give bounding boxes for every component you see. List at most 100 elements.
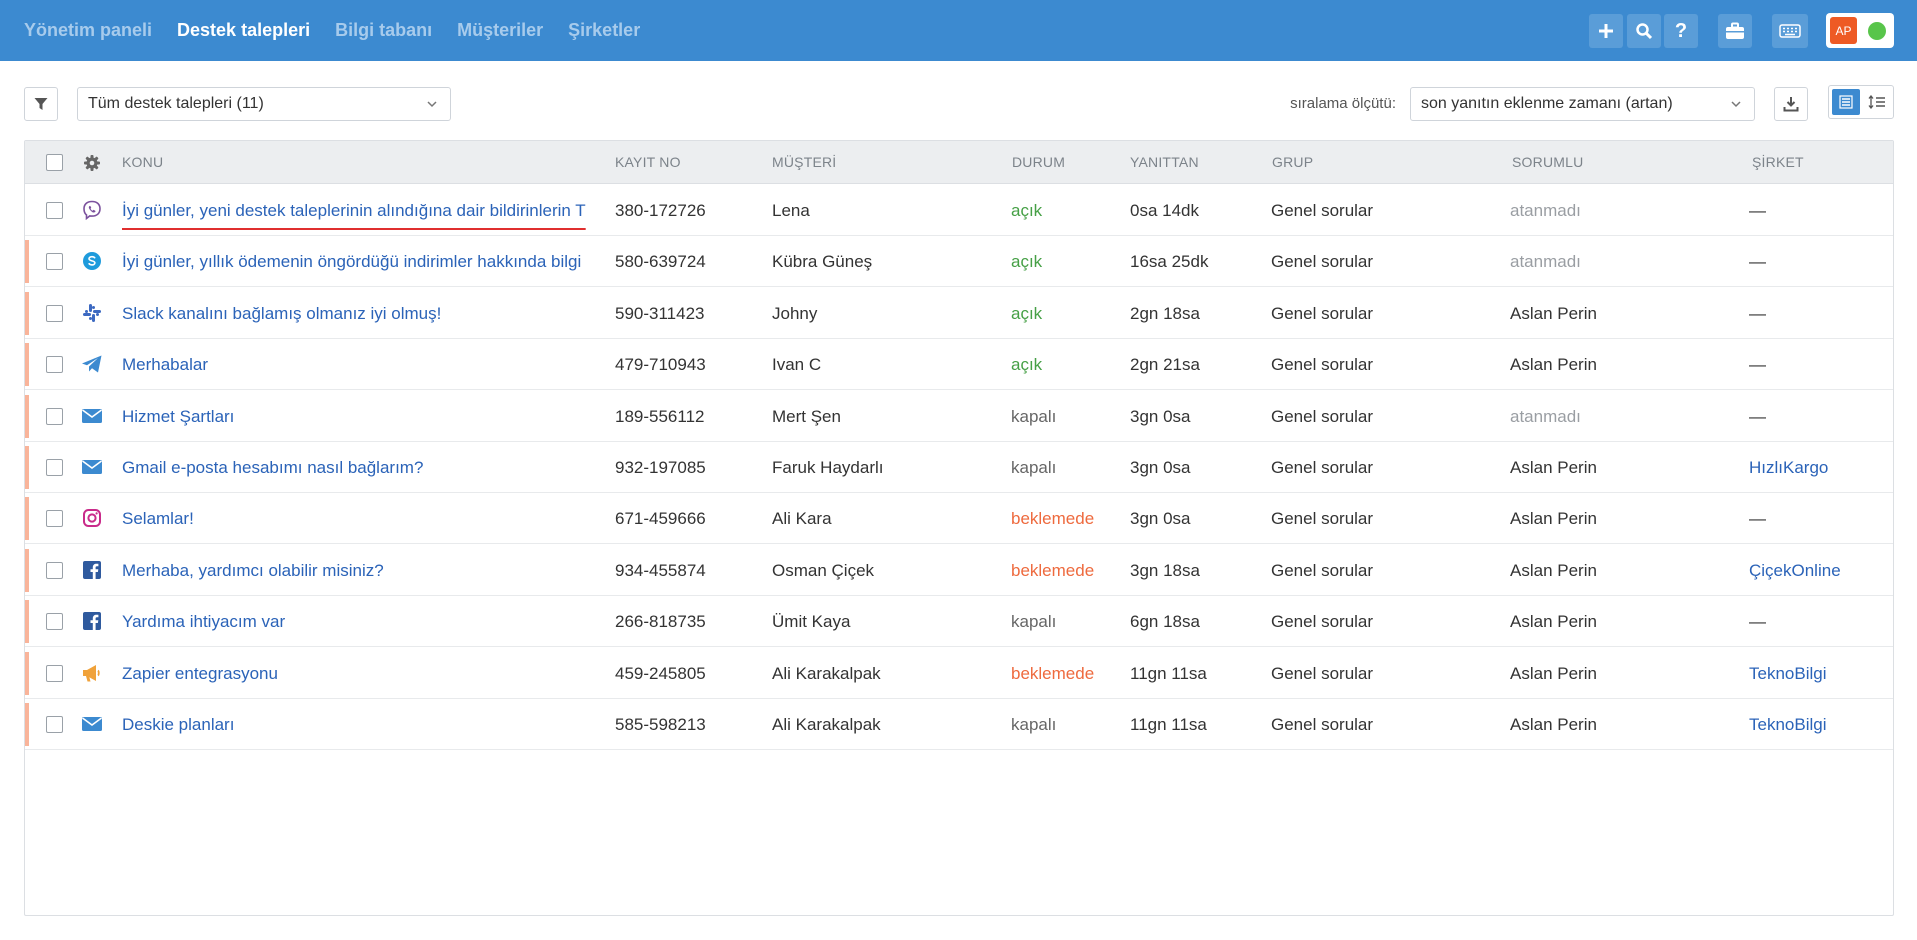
table-row[interactable]: Slack kanalını bağlamış olmanız iyi olmu…: [25, 288, 1893, 339]
user-menu[interactable]: AP: [1826, 13, 1894, 48]
search-button[interactable]: [1627, 14, 1661, 48]
table-row[interactable]: İyi günler, yeni destek taleplerinin alı…: [25, 185, 1893, 236]
col-customer[interactable]: MÜŞTERİ: [772, 141, 836, 184]
help-button[interactable]: ?: [1664, 14, 1698, 48]
row-checkbox[interactable]: [46, 356, 63, 374]
briefcase-button[interactable]: [1718, 14, 1752, 48]
ticket-subject-link[interactable]: Yardıma ihtiyacım var: [122, 596, 606, 647]
nav-item[interactable]: Şirketler: [568, 20, 640, 41]
ticket-subject-link[interactable]: Selamlar!: [122, 493, 606, 544]
ticket-subject-link[interactable]: Gmail e-posta hesabımı nasıl bağlarım?: [122, 442, 606, 493]
add-button[interactable]: [1589, 14, 1623, 48]
top-navbar: Yönetim paneli Destek talepleri Bilgi taba…: [0, 0, 1917, 61]
nav-item[interactable]: Müşteriler: [457, 20, 543, 41]
email-icon: [81, 713, 103, 735]
compact-view-button[interactable]: [1863, 89, 1891, 115]
time-since-reply: 2gn 21sa: [1130, 355, 1200, 375]
nav-item[interactable]: Yönetim paneli: [24, 20, 152, 41]
status-badge: beklemede: [1011, 663, 1095, 683]
nav-item[interactable]: Destek talepleri: [177, 20, 310, 41]
assignee-name: Aslan Perin: [1510, 509, 1597, 529]
tickets-table: KONU KAYIT NO MÜŞTERİ DURUM YANITTAN GRU…: [24, 140, 1894, 916]
col-assignee[interactable]: SORUMLU: [1512, 141, 1583, 184]
table-row[interactable]: Gmail e-posta hesabımı nasıl bağlarım? 93…: [25, 442, 1893, 493]
ticket-subject-link[interactable]: Deskie planları: [122, 699, 606, 750]
facebook-icon: [81, 559, 103, 581]
ticket-subject-link[interactable]: Merhaba, yardımcı olabilir misiniz?: [122, 545, 606, 596]
col-subject[interactable]: KONU: [122, 141, 163, 184]
ticket-subject-link[interactable]: İyi günler, yeni destek taleplerinin alı…: [122, 185, 606, 236]
status-badge: açık: [1011, 303, 1043, 323]
ticket-subject-link[interactable]: Zapier entegrasyonu: [122, 648, 606, 699]
keyboard-button[interactable]: [1772, 14, 1808, 48]
briefcase-icon: [1726, 22, 1744, 39]
row-checkbox[interactable]: [46, 664, 63, 682]
export-button[interactable]: [1774, 87, 1808, 121]
customer-name: Johny: [772, 303, 818, 323]
column-settings-button[interactable]: [83, 154, 101, 177]
list-view-button[interactable]: [1832, 89, 1860, 115]
ticket-subject-link[interactable]: Hizmet Şartları: [122, 391, 606, 442]
row-checkbox[interactable]: [46, 202, 63, 219]
assignee-name: Aslan Perin: [1510, 715, 1597, 734]
time-since-reply: 2gn 18sa: [1130, 303, 1200, 323]
table-row[interactable]: Hizmet Şartları 189-556112 Mert Şen kapalı 3…: [25, 391, 1893, 442]
table-row[interactable]: Merhabalar 479-710943 Ivan C açık 2gn 21sa Ge…: [25, 339, 1893, 391]
status-badge: açık: [1011, 201, 1043, 220]
status-badge: kapalı: [1011, 715, 1057, 734]
group-name: Genel sorular: [1271, 663, 1374, 683]
row-checkbox[interactable]: [46, 459, 63, 476]
select-all-checkbox[interactable]: [46, 154, 63, 171]
row-checkbox[interactable]: [46, 304, 63, 322]
time-since-reply: 16sa 25dk: [1130, 252, 1209, 272]
table-row[interactable]: Zapier entegrasyonu 459-245805 Ali Karakal…: [25, 648, 1893, 699]
question-icon: ?: [1674, 19, 1688, 42]
keyboard-icon: [1779, 24, 1801, 38]
row-checkbox[interactable]: [46, 510, 63, 528]
search-icon: [1636, 23, 1653, 40]
row-checkbox[interactable]: [46, 253, 63, 271]
col-id[interactable]: KAYIT NO: [615, 141, 681, 184]
email-icon: [81, 405, 103, 427]
status-badge: kapalı: [1011, 458, 1057, 477]
company-name[interactable]: ÇiçekOnline: [1749, 545, 1889, 596]
customer-name: Ivan C: [772, 355, 822, 375]
table-row[interactable]: İyi günler, yıllık ödemenin öngördüğü in…: [25, 236, 1893, 288]
sort-select[interactable]: son yanıtın eklenme zamanı (artan): [1410, 87, 1755, 121]
col-company[interactable]: ŞİRKET: [1752, 141, 1804, 184]
table-row[interactable]: Merhaba, yardımcı olabilir misiniz? 934-4…: [25, 545, 1893, 596]
status-badge: açık: [1011, 252, 1043, 272]
ticket-subject-link[interactable]: Slack kanalını bağlamış olmanız iyi olmu…: [122, 288, 606, 339]
customer-name: Ali Karakalpak: [772, 715, 881, 734]
col-group[interactable]: GRUP: [1272, 141, 1313, 184]
email-icon: [81, 456, 103, 478]
row-checkbox[interactable]: [46, 716, 63, 733]
col-status[interactable]: DURUM: [1012, 141, 1065, 184]
filter-button[interactable]: [24, 87, 58, 121]
facebook-icon: [81, 610, 103, 632]
avatar: AP: [1830, 17, 1857, 44]
company-name[interactable]: TeknoBilgi: [1749, 699, 1889, 750]
col-age[interactable]: YANITTAN: [1130, 141, 1199, 184]
customer-name: Lena: [772, 201, 810, 220]
table-row[interactable]: Selamlar! 671-459666 Ali Kara beklemede 3gn …: [25, 493, 1893, 545]
company-name[interactable]: TeknoBilgi: [1749, 648, 1889, 699]
table-row[interactable]: Yardıma ihtiyacım var 266-818735 Ümit Kaya…: [25, 596, 1893, 648]
row-checkbox[interactable]: [46, 407, 63, 425]
ticket-subject-link[interactable]: İyi günler, yıllık ödemenin öngördüğü in…: [122, 236, 606, 287]
assignee-name: atanmadı: [1510, 406, 1581, 426]
time-since-reply: 6gn 18sa: [1130, 612, 1200, 632]
row-checkbox[interactable]: [46, 613, 63, 631]
table-row[interactable]: Deskie planları 585-598213 Ali Karakalpak k…: [25, 699, 1893, 750]
company-name: —: [1749, 355, 1766, 375]
sort-value: son yanıtın eklenme zamanı (artan): [1421, 95, 1673, 112]
ticket-id: 590-311423: [615, 303, 705, 323]
row-checkbox[interactable]: [46, 561, 63, 579]
company-name: —: [1749, 252, 1766, 272]
status-badge: kapalı: [1011, 406, 1057, 426]
ticket-view-select[interactable]: Tüm destek talepleri (11): [77, 87, 451, 121]
company-name[interactable]: HızlıKargo: [1749, 442, 1889, 493]
ticket-id: 934-455874: [615, 560, 706, 580]
nav-item[interactable]: Bilgi tabanı: [335, 20, 432, 41]
ticket-subject-link[interactable]: Merhabalar: [122, 339, 606, 390]
